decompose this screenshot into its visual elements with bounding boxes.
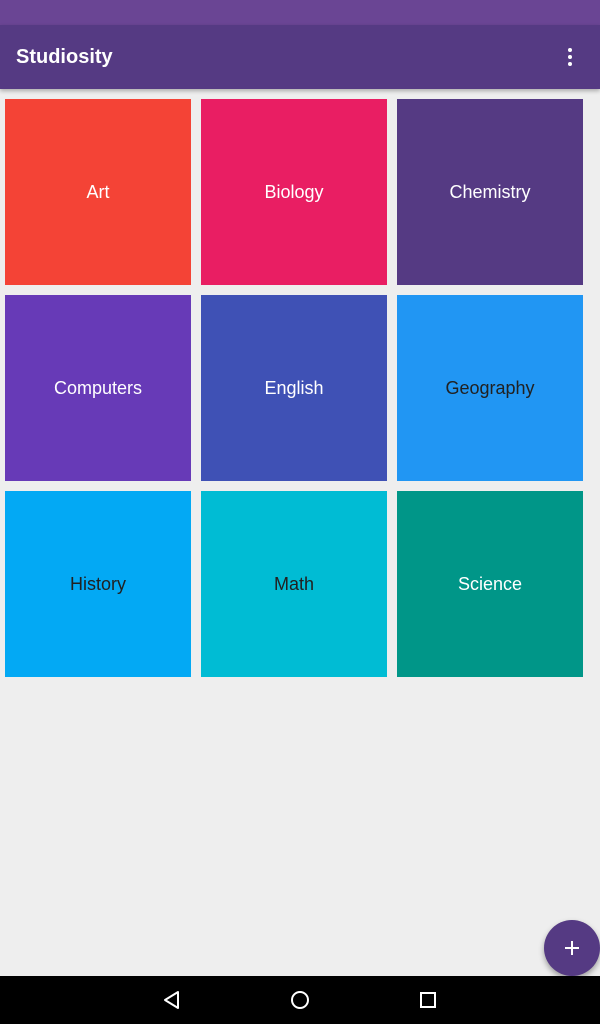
add-icon xyxy=(565,941,579,955)
subject-label: Computers xyxy=(53,377,143,398)
subject-grid: Art Biology Chemistry Computers English … xyxy=(5,99,583,677)
subject-label: Chemistry xyxy=(449,181,531,202)
subject-tile-science[interactable]: Science xyxy=(397,491,583,677)
subject-label: English xyxy=(264,377,324,398)
subject-tile-art[interactable]: Art xyxy=(5,99,191,285)
subject-tile-biology[interactable]: Biology xyxy=(201,99,387,285)
home-circle-icon[interactable] xyxy=(288,988,312,1012)
subject-tile-history[interactable]: History xyxy=(5,491,191,677)
subject-label: Art xyxy=(86,181,110,202)
subject-tile-math[interactable]: Math xyxy=(201,491,387,677)
add-button[interactable] xyxy=(544,920,600,976)
status-bar xyxy=(0,0,600,25)
subject-tile-computers[interactable]: Computers xyxy=(5,295,191,481)
subject-tile-geography[interactable]: Geography xyxy=(397,295,583,481)
app-title: Studiosity xyxy=(16,46,113,68)
subject-label: History xyxy=(69,573,126,594)
system-nav-bar xyxy=(0,976,600,1024)
recents-square-icon[interactable] xyxy=(416,988,440,1012)
more-vert-icon[interactable] xyxy=(558,45,582,69)
subject-label: Science xyxy=(457,573,523,594)
back-triangle-icon[interactable] xyxy=(160,988,184,1012)
app-bar: Studiosity xyxy=(0,25,600,89)
subject-label: Math xyxy=(273,573,315,594)
subject-tile-chemistry[interactable]: Chemistry xyxy=(397,99,583,285)
subject-label: Biology xyxy=(264,181,324,202)
subject-label: Geography xyxy=(445,377,535,398)
subject-tile-english[interactable]: English xyxy=(201,295,387,481)
